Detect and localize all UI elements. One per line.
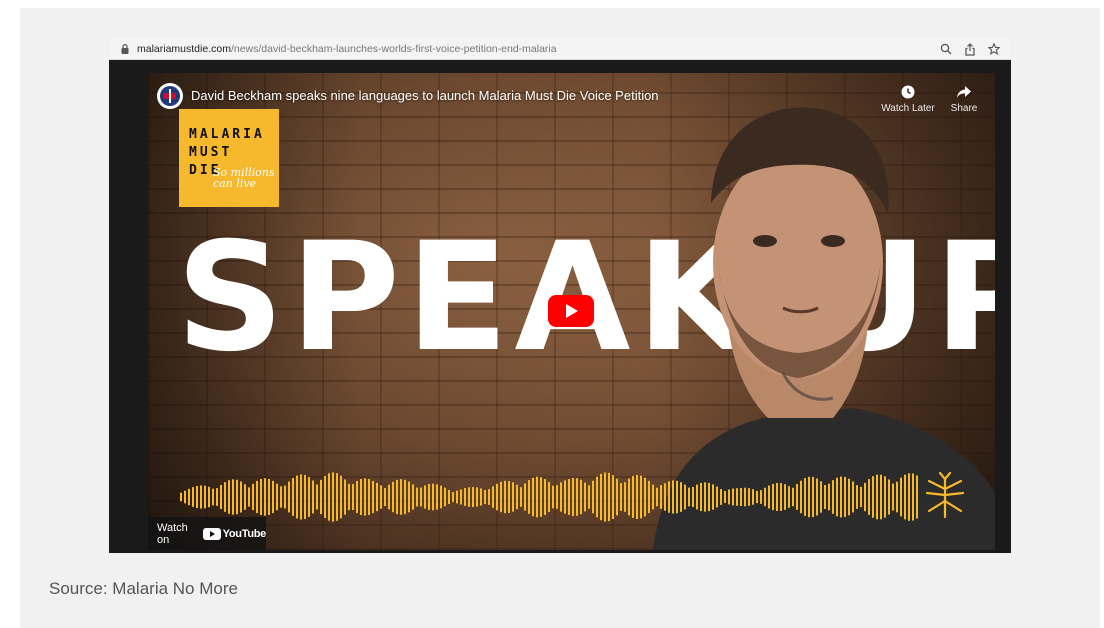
play-button[interactable] [548,295,594,327]
logo-line-2: MUST [189,145,233,160]
share-label: Share [950,103,978,114]
lock-icon [121,43,131,55]
malaria-must-die-logo: MALARIA MUST DIE So millions can live [179,109,279,207]
mosquito-icon [925,471,965,519]
url-domain: malariamustdie.com [137,42,231,55]
watch-on-label: Watch on [157,521,188,546]
watch-later-button[interactable]: Watch Later [878,83,938,114]
channel-avatar[interactable] [157,83,183,109]
article-figure: malariamustdie.com/news/david-beckham-la… [20,8,1100,628]
star-icon[interactable] [987,42,1001,56]
clock-icon [878,83,938,101]
watch-on-youtube-button[interactable]: Watch on YouTube [148,517,266,550]
address-bar-actions [939,38,1001,60]
share-button[interactable]: Share [934,83,994,114]
share-icon[interactable] [963,42,977,56]
youtube-wordmark: YouTube [222,527,267,540]
logo-tagline: So millions can live [213,166,275,190]
youtube-logo: YouTube [202,527,267,540]
url-path: /news/david-beckham-launches-worlds-firs… [230,42,557,55]
address-bar[interactable]: malariamustdie.com/news/david-beckham-la… [109,38,1011,60]
share-arrow-icon [934,83,994,101]
image-caption: Source: Malaria No More [49,579,238,598]
zoom-icon[interactable] [939,42,953,56]
url-text[interactable]: malariamustdie.com/news/david-beckham-la… [137,43,557,55]
audio-waveform [180,472,918,522]
watch-later-label: Watch Later [881,103,935,114]
logo-line-1: MALARIA [189,127,265,142]
browser-window: malariamustdie.com/news/david-beckham-la… [109,38,1011,553]
youtube-embed[interactable]: SPEAK UP David Beckham speaks nine langu… [148,73,995,550]
youtube-play-icon [202,527,221,540]
video-title[interactable]: David Beckham speaks nine languages to l… [191,88,659,103]
